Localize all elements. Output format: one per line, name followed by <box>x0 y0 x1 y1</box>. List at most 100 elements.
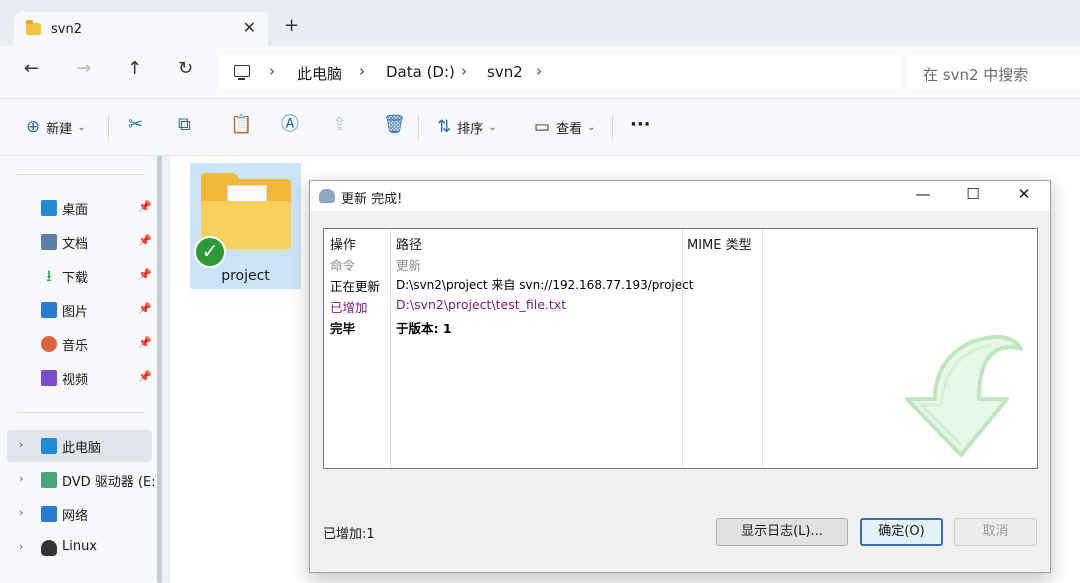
sidebar-item-music[interactable]: 音乐 📌 <box>0 328 152 360</box>
tab-svn2[interactable]: svn2 ✕ <box>14 12 268 48</box>
column-header-action[interactable]: 操作 <box>330 234 356 253</box>
pin-icon[interactable]: 📌 <box>138 268 152 281</box>
divider <box>17 174 145 175</box>
close-icon[interactable]: ✕ <box>1009 185 1039 203</box>
view-button[interactable]: ▭ 查看 ⌄ <box>534 118 596 138</box>
chevron-right-icon[interactable]: › <box>19 438 23 451</box>
update-log-list[interactable]: 操作 路径 MIME 类型 命令 更新 正在更新 D:\svn2\project… <box>323 228 1038 469</box>
minimize-icon[interactable]: — <box>908 185 938 203</box>
sidebar-item-label: 下载 <box>62 271 89 286</box>
row-path[interactable]: 于版本: 1 <box>396 318 452 337</box>
this-pc-icon <box>41 438 57 454</box>
sidebar-item-label: 视频 <box>62 373 89 388</box>
chevron-right-icon[interactable]: › <box>19 540 23 553</box>
video-icon <box>41 370 57 386</box>
paste-icon[interactable]: 📋 <box>230 116 252 134</box>
close-tab-icon[interactable]: ✕ <box>243 18 256 37</box>
cut-icon[interactable]: ✂ <box>128 116 143 134</box>
dvd-drive-icon <box>41 472 57 488</box>
sidebar-item-downloads[interactable]: ⭳ 下载 📌 <box>0 260 152 292</box>
column-separator <box>762 229 763 468</box>
column-header-mime[interactable]: MIME 类型 <box>687 234 752 253</box>
dialog-title-bar[interactable]: 更新 完成! — ☐ ✕ <box>310 181 1050 211</box>
folder-item-project[interactable]: ✓ project <box>190 163 301 289</box>
more-options-icon[interactable]: ··· <box>630 116 651 134</box>
sidebar-item-network[interactable]: › 网络 <box>0 498 152 530</box>
sidebar-item-desktop[interactable]: 桌面 📌 <box>0 192 152 224</box>
sidebar-item-linux[interactable]: › Linux <box>0 532 152 564</box>
breadcrumb-data-d[interactable]: Data (D:) <box>386 63 455 81</box>
breadcrumb-separator[interactable]: › <box>536 62 542 80</box>
chevron-down-icon: ⌄ <box>587 122 596 133</box>
back-button[interactable]: ← <box>24 60 39 78</box>
pin-icon[interactable]: 📌 <box>138 200 152 213</box>
new-tab-button[interactable]: + <box>284 17 299 35</box>
chevron-right-icon[interactable]: › <box>19 506 23 519</box>
row-action[interactable]: 正在更新 <box>330 276 380 295</box>
status-summary: 已增加:1 <box>323 527 375 542</box>
plus-circle-icon: ⊕ <box>26 117 41 137</box>
sidebar-item-videos[interactable]: 视频 📌 <box>0 362 152 394</box>
row-action[interactable]: 命令 <box>330 255 355 274</box>
row-path[interactable]: D:\svn2\project\test_file.txt <box>396 297 566 312</box>
row-action[interactable]: 完毕 <box>330 318 355 337</box>
search-placeholder: 在 svn2 中搜索 <box>923 66 1029 84</box>
document-icon <box>41 234 57 250</box>
breadcrumb-separator[interactable]: › <box>269 62 275 80</box>
tab-strip: svn2 ✕ + <box>0 0 1080 48</box>
divider <box>108 114 109 140</box>
copy-icon[interactable]: ⧉ <box>178 116 191 134</box>
sidebar-item-label: 此电脑 <box>62 441 102 456</box>
column-separator <box>390 229 391 468</box>
sidebar-item-this-pc[interactable]: › 此电脑 <box>7 430 152 462</box>
computer-icon <box>234 65 250 80</box>
forward-button[interactable]: → <box>76 60 91 78</box>
new-label: 新建 <box>46 122 73 137</box>
sidebar-item-label: 图片 <box>62 305 89 320</box>
pin-icon[interactable]: 📌 <box>138 302 152 315</box>
dialog-title: 更新 完成! <box>341 192 403 207</box>
address-bar[interactable]: › 此电脑 › Data (D:) › svn2 › <box>219 54 900 90</box>
sidebar-item-label: 音乐 <box>62 339 89 354</box>
maximize-icon[interactable]: ☐ <box>958 185 988 203</box>
navigation-pane: 桌面 📌 文档 📌 ⭳ 下载 📌 图片 📌 音乐 📌 视频 📌 › 此电脑 › … <box>0 156 162 583</box>
pin-icon[interactable]: 📌 <box>138 370 152 383</box>
download-icon: ⭳ <box>46 266 52 285</box>
column-header-path[interactable]: 路径 <box>396 234 422 253</box>
share-icon[interactable]: ⇪ <box>332 116 347 134</box>
sidebar-item-label: 网络 <box>62 509 89 524</box>
desktop-icon <box>41 200 57 216</box>
breadcrumb-svn2[interactable]: svn2 <box>487 63 523 81</box>
command-bar: ⊕ 新建 ⌄ ✂ ⧉ 📋 Ⓐ ⇪ 🗑 ⇅ 排序 ⌄ ▭ 查看 ⌄ ··· <box>0 98 1080 156</box>
breadcrumb-separator[interactable]: › <box>359 62 365 80</box>
row-action[interactable]: 已增加 <box>330 297 368 316</box>
delete-icon[interactable]: 🗑 <box>383 116 406 134</box>
folder-label: project <box>221 268 270 284</box>
ok-button[interactable]: 确定(O) <box>860 518 943 546</box>
sidebar-item-label: Linux <box>62 539 98 554</box>
chevron-right-icon[interactable]: › <box>19 472 23 485</box>
refresh-button[interactable]: ↻ <box>178 60 193 78</box>
folder-icon <box>26 20 41 35</box>
sidebar-item-pictures[interactable]: 图片 📌 <box>0 294 152 326</box>
row-path[interactable]: D:\svn2\project 来自 svn://192.168.77.193/… <box>396 276 693 293</box>
row-path[interactable]: 更新 <box>396 255 421 274</box>
sort-label: 排序 <box>457 122 484 137</box>
sidebar-scrollbar[interactable] <box>157 156 162 583</box>
breadcrumb-this-pc[interactable]: 此电脑 <box>297 63 342 84</box>
show-log-button[interactable]: 显示日志(L)... <box>716 518 848 546</box>
up-button[interactable]: ↑ <box>127 60 142 78</box>
network-icon <box>41 506 57 522</box>
search-input[interactable]: 在 svn2 中搜索 <box>908 54 1080 90</box>
pin-icon[interactable]: 📌 <box>138 336 152 349</box>
rename-icon[interactable]: Ⓐ <box>281 116 299 134</box>
sidebar-item-dvd-drive[interactable]: › DVD 驱动器 (E:) <box>0 464 161 496</box>
sort-button[interactable]: ⇅ 排序 ⌄ <box>437 118 497 138</box>
divider <box>17 412 145 413</box>
new-button[interactable]: ⊕ 新建 ⌄ <box>26 117 86 138</box>
sidebar-item-documents[interactable]: 文档 📌 <box>0 226 152 258</box>
update-finished-dialog: 更新 完成! — ☐ ✕ 操作 路径 MIME 类型 命令 更新 正在更新 D:… <box>309 180 1051 573</box>
cancel-button[interactable]: 取消 <box>954 518 1037 546</box>
pin-icon[interactable]: 📌 <box>138 234 152 247</box>
breadcrumb-separator[interactable]: › <box>461 62 467 80</box>
